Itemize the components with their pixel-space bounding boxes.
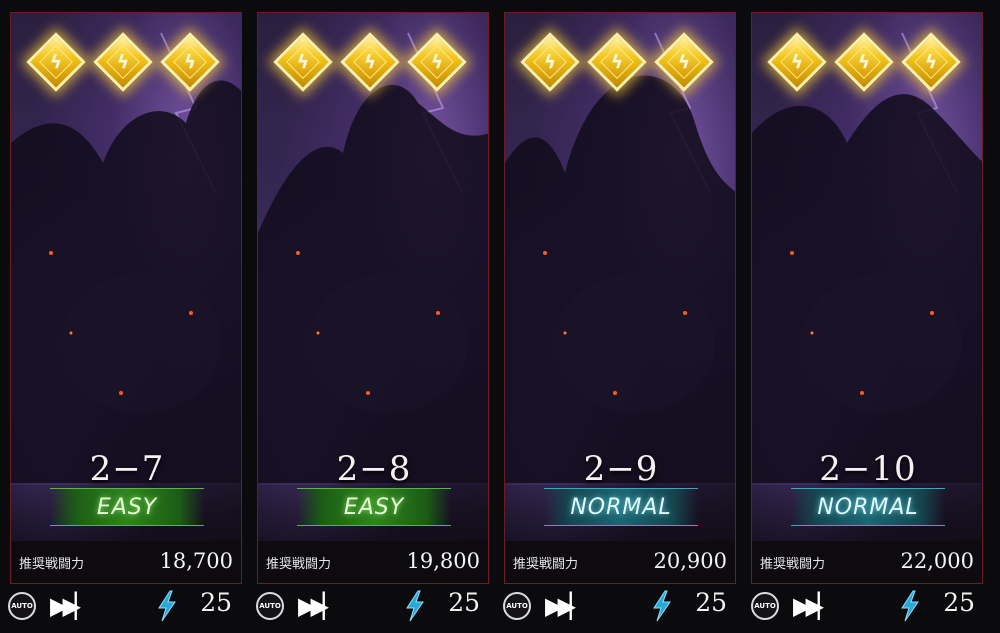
lightning-gem-icon: ϟ — [26, 32, 86, 92]
fast-forward-icon[interactable]: ▶▶▏ — [298, 592, 341, 620]
lightning-bolt-icon — [406, 590, 424, 622]
stage-number: 2−10 — [819, 449, 917, 489]
recommended-power-value: 22,000 — [900, 549, 974, 573]
auto-battle-icon[interactable]: AUTO — [503, 592, 531, 620]
lightning-bolt-icon — [653, 590, 671, 622]
stage-card[interactable]: ϟ ϟ ϟ 2−9 NORMAL 推奨戦闘力 20,900 — [504, 12, 736, 584]
energy-cost: 25 — [695, 588, 727, 617]
recommended-power-row: 推奨戦闘力 19,800 — [258, 541, 488, 583]
recommended-power-row: 推奨戦闘力 18,700 — [11, 541, 241, 583]
auto-battle-icon[interactable]: AUTO — [256, 592, 284, 620]
stage-number: 2−9 — [583, 449, 659, 489]
lightning-gem-icon: ϟ — [407, 32, 467, 92]
stage-card-controls: AUTO ▶▶▏ 25 — [503, 584, 735, 629]
lightning-gem-icon: ϟ — [160, 32, 220, 92]
lightning-gem-icon: ϟ — [273, 32, 333, 92]
lightning-gem-icon: ϟ — [340, 32, 400, 92]
auto-battle-icon[interactable]: AUTO — [8, 592, 36, 620]
lightning-gem-icon: ϟ — [834, 32, 894, 92]
stage-card-controls: AUTO ▶▶▏ 25 — [256, 584, 488, 629]
energy-cost: 25 — [448, 588, 480, 617]
fast-forward-icon[interactable]: ▶▶▏ — [50, 592, 93, 620]
lightning-gem-icon: ϟ — [901, 32, 961, 92]
lightning-bolt-icon — [901, 590, 919, 622]
stage-card[interactable]: ϟ ϟ ϟ 2−7 EASY 推奨戦闘力 18,700 — [10, 12, 242, 584]
recommended-power-row: 推奨戦闘力 20,900 — [505, 541, 735, 583]
difficulty-badge: NORMAL — [544, 488, 698, 526]
difficulty-badge: EASY — [50, 488, 204, 526]
lightning-gem-icon: ϟ — [767, 32, 827, 92]
rank-gems: ϟϟϟ — [11, 32, 241, 95]
lightning-gem-icon: ϟ — [587, 32, 647, 92]
energy-cost: 25 — [943, 588, 975, 617]
recommended-power-label: 推奨戦闘力 — [513, 557, 579, 572]
stage-card-controls: AUTO ▶▶▏ 25 — [751, 584, 983, 629]
stage-number: 2−8 — [336, 449, 412, 489]
lightning-bolt-icon — [158, 590, 176, 622]
difficulty-badge: EASY — [297, 488, 451, 526]
lightning-gem-icon: ϟ — [93, 32, 153, 92]
rank-gems: ϟϟϟ — [258, 32, 488, 95]
auto-battle-icon[interactable]: AUTO — [751, 592, 779, 620]
recommended-power-label: 推奨戦闘力 — [266, 557, 332, 572]
recommended-power-value: 18,700 — [159, 549, 233, 573]
fast-forward-icon[interactable]: ▶▶▏ — [793, 592, 836, 620]
stage-select-screen: ϟ ϟ ϟ 2−7 EASY 推奨戦闘力 18,700 AUTO ▶▶▏ 25 ϟ ϟ ϟ 2−8 EASY… — [0, 0, 1000, 633]
stage-card[interactable]: ϟ ϟ ϟ 2−8 EASY 推奨戦闘力 19,800 — [257, 12, 489, 584]
stage-card[interactable]: ϟ ϟ ϟ 2−10 NORMAL 推奨戦闘力 22,000 — [751, 12, 983, 584]
lightning-gem-icon: ϟ — [520, 32, 580, 92]
recommended-power-row: 推奨戦闘力 22,000 — [752, 541, 982, 583]
lightning-gem-icon: ϟ — [654, 32, 714, 92]
rank-gems: ϟϟϟ — [752, 32, 982, 95]
recommended-power-value: 20,900 — [653, 549, 727, 573]
fast-forward-icon[interactable]: ▶▶▏ — [545, 592, 588, 620]
rank-gems: ϟϟϟ — [505, 32, 735, 95]
energy-cost: 25 — [200, 588, 232, 617]
recommended-power-value: 19,800 — [406, 549, 480, 573]
stage-card-controls: AUTO ▶▶▏ 25 — [8, 584, 240, 629]
recommended-power-label: 推奨戦闘力 — [760, 557, 826, 572]
difficulty-badge: NORMAL — [791, 488, 945, 526]
stage-number: 2−7 — [89, 449, 165, 489]
recommended-power-label: 推奨戦闘力 — [19, 557, 85, 572]
